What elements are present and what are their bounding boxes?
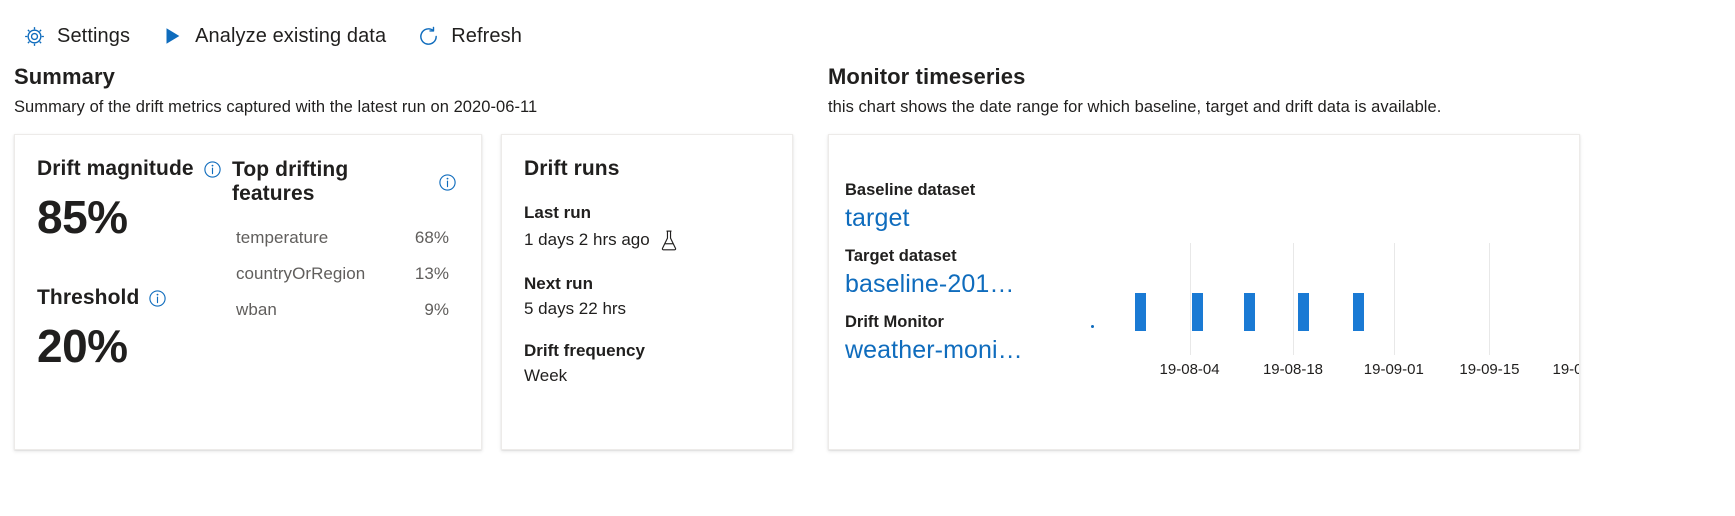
x-axis-tick-label: 19-09-15 [1459, 361, 1520, 378]
baseline-dataset-label: Baseline dataset [845, 181, 976, 199]
list-item[interactable]: temperature 68% [232, 220, 457, 256]
summary-section: Summary Summary of the drift metrics cap… [14, 64, 814, 450]
feature-name: wban [236, 300, 277, 319]
threshold-block: Threshold 20% [37, 286, 232, 369]
top-drifting-features-header: Top drifting features [232, 158, 457, 206]
summary-subtitle: Summary of the drift metrics captured wi… [14, 98, 538, 116]
monitor-timeseries-section: Monitor timeseries this chart shows the … [814, 64, 1719, 450]
gridline [1393, 243, 1395, 355]
drift-magnitude-label: Drift magnitude [37, 157, 194, 180]
threshold-label: Threshold [37, 286, 140, 309]
chart-bar[interactable] [1298, 293, 1310, 331]
monitor-title: Monitor timeseries [828, 64, 1026, 89]
next-run-label: Next run [524, 274, 593, 293]
plot-area: 19-08-04 19-08-18 19-09-01 19-09-15 19-09-29 [1050, 175, 1579, 378]
analyze-existing-data-button[interactable]: Analyze existing data [160, 24, 386, 48]
baseline-dataset-link[interactable]: target [845, 204, 1050, 233]
timeseries-plot[interactable]: 19-08-04 19-08-18 19-09-01 19-09-15 19-09-29 [1050, 175, 1579, 415]
chart-bar[interactable] [1135, 293, 1147, 331]
drift-runs-card: Drift runs Last run 1 days 2 hrs ago Nex… [501, 134, 793, 450]
chart-bar[interactable] [1244, 293, 1256, 331]
drift-monitor-link[interactable]: weather-moni… [845, 336, 1050, 365]
target-dataset-label: Target dataset [845, 247, 957, 265]
play-icon [160, 24, 184, 48]
threshold-value: 20% [37, 320, 128, 372]
gridline [1489, 243, 1491, 355]
refresh-label: Refresh [451, 24, 522, 47]
gear-icon [22, 24, 46, 48]
analyze-existing-data-label: Analyze existing data [195, 24, 387, 47]
dataset-legend-column: Baseline dataset target Target dataset b… [845, 171, 1050, 449]
target-dataset-link[interactable]: baseline-201… [845, 270, 1050, 299]
top-drifting-features-info-icon[interactable] [438, 173, 457, 192]
drift-summary-card: Drift magnitude 85% Threshold 20% Top dr… [14, 134, 482, 450]
command-toolbar: Settings Analyze existing data Refresh [0, 0, 1735, 47]
drift-magnitude-header: Drift magnitude [37, 157, 232, 181]
feature-name: countryOrRegion [236, 264, 366, 283]
refresh-icon [416, 24, 440, 48]
drift-frequency-label: Drift frequency [524, 341, 645, 360]
series-dot-marker [1091, 325, 1095, 328]
drift-magnitude-value: 85% [37, 191, 128, 243]
chart-bar[interactable] [1352, 293, 1364, 331]
summary-cards-row: Drift magnitude 85% Threshold 20% Top dr… [14, 134, 814, 450]
last-run-value: 1 days 2 hrs ago [524, 230, 650, 249]
monitor-subtitle: this chart shows the date range for whic… [828, 98, 1442, 116]
monitor-chart-inner: Baseline dataset target Target dataset b… [829, 135, 1579, 449]
drift-runs-title: Drift runs [524, 157, 620, 180]
drift-monitor-label: Drift Monitor [845, 313, 944, 331]
feature-value: 13% [414, 264, 449, 283]
top-drifting-features-block: Top drifting features temperature 68% co… [232, 157, 457, 449]
x-axis-tick-label: 19-09-29 [1552, 361, 1580, 378]
monitor-timeseries-card: Baseline dataset target Target dataset b… [828, 134, 1580, 450]
gridline [1189, 243, 1191, 355]
main-content: Summary Summary of the drift metrics cap… [0, 42, 1735, 450]
settings-button[interactable]: Settings [22, 24, 130, 48]
x-axis-tick-label: 19-08-04 [1159, 361, 1220, 378]
threshold-info-icon[interactable] [148, 289, 167, 308]
drift-magnitude-block: Drift magnitude 85% Threshold 20% [37, 157, 232, 449]
list-item[interactable]: countryOrRegion 13% [232, 256, 457, 292]
top-drifting-features-label: Top drifting features [232, 158, 349, 205]
feature-name: temperature [236, 228, 329, 247]
drift-frequency-value: Week [524, 366, 568, 385]
gridline [1292, 243, 1294, 355]
chart-bar[interactable] [1192, 293, 1204, 331]
threshold-header: Threshold [37, 286, 232, 310]
last-run-label: Last run [524, 203, 592, 222]
last-run-value-row: 1 days 2 hrs ago [524, 228, 792, 252]
feature-value: 9% [424, 300, 449, 319]
drift-magnitude-info-icon[interactable] [203, 160, 222, 179]
summary-title: Summary [14, 64, 115, 89]
flask-icon[interactable] [658, 228, 680, 252]
settings-label: Settings [57, 24, 131, 47]
list-item[interactable]: wban 9% [232, 292, 457, 328]
top-drifting-features-list: temperature 68% countryOrRegion 13% wban… [232, 220, 457, 328]
feature-value: 68% [414, 228, 449, 247]
next-run-value: 5 days 22 hrs [524, 299, 627, 318]
x-axis-tick-label: 19-09-01 [1363, 361, 1424, 378]
refresh-button[interactable]: Refresh [416, 24, 522, 48]
x-axis-tick-label: 19-08-18 [1262, 361, 1324, 378]
